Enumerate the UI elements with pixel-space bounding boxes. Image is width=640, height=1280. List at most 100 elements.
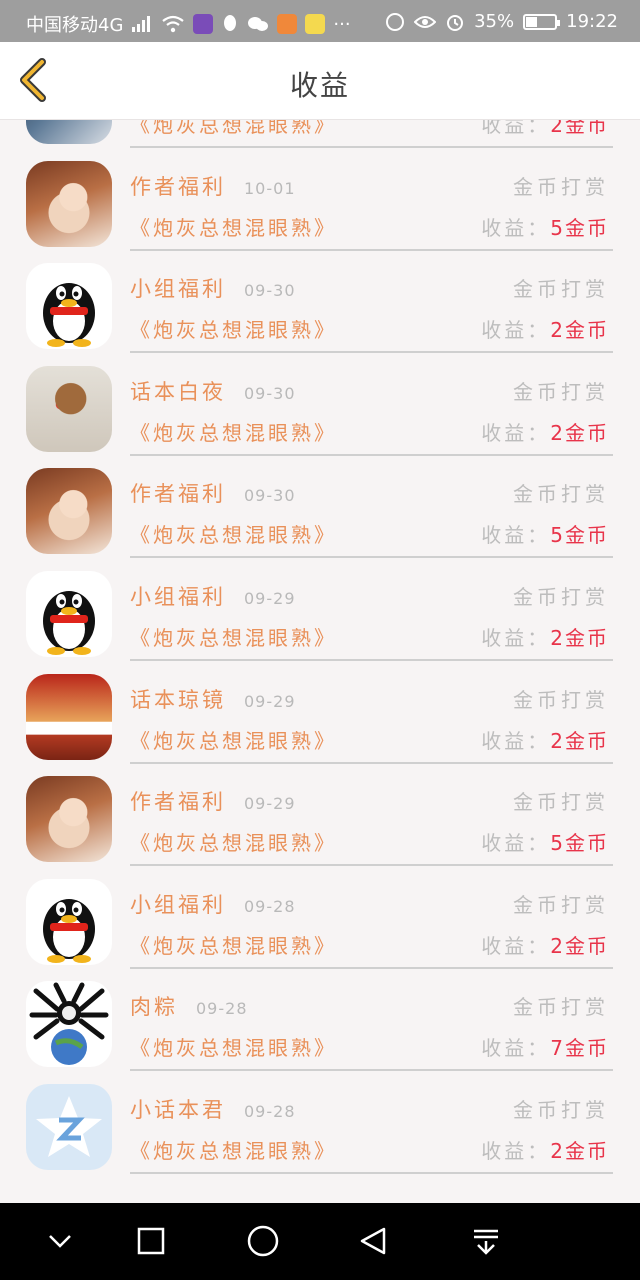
earn-amount: 5金币 — [550, 523, 609, 548]
avatar — [26, 776, 112, 863]
list-item[interactable]: 话本琼镜 09-29 金币打赏《炮灰总想混眼熟》 收益：2金币 — [0, 664, 640, 767]
date: 09-28 — [196, 999, 248, 1019]
status-right: 35% 19:22 — [385, 11, 618, 32]
home-button[interactable] — [243, 1221, 283, 1261]
avatar — [26, 570, 112, 657]
reward-type: 金币打赏 — [513, 174, 609, 199]
avatar — [26, 1083, 112, 1170]
qq-icon — [224, 15, 237, 31]
system-nav-bar — [0, 1203, 640, 1280]
book-title: 《炮灰总想混眼熟》 — [130, 728, 337, 753]
date: 09-28 — [244, 1101, 296, 1121]
avatar — [26, 263, 112, 350]
date: 09-29 — [244, 588, 296, 608]
earn-label: 收益： — [481, 318, 551, 343]
earn-amount: 5金币 — [550, 215, 609, 240]
app-notification-icon — [193, 14, 214, 34]
header: 收益 — [0, 42, 640, 120]
wechat-icon — [248, 17, 269, 31]
avatar — [26, 468, 112, 555]
earn-label: 收益： — [481, 728, 551, 753]
recents-button[interactable] — [131, 1221, 171, 1261]
earn-amount: 2金币 — [550, 728, 609, 753]
sender-name: 话本白夜 — [130, 379, 226, 404]
earn-label: 收益： — [481, 625, 551, 650]
video-app-icon — [277, 14, 298, 34]
earn-amount: 2金币 — [550, 933, 609, 958]
list-item[interactable]: 话本白夜 09-30 金币打赏 《炮灰总想混眼熟》 收益：2金币 — [0, 356, 640, 459]
book-title: 《炮灰总想混眼熟》 — [130, 625, 337, 650]
date: 09-28 — [244, 896, 296, 916]
earn-label: 收益： — [481, 1036, 551, 1061]
avatar — [26, 120, 112, 144]
clock: 19:22 — [566, 11, 618, 32]
sender-name: 作者福利 — [130, 174, 226, 199]
avatar — [26, 981, 112, 1068]
eye-comfort-icon — [414, 15, 437, 28]
sender-name: 小话本君 — [130, 1097, 226, 1122]
carrier-label: 中国移动4G — [26, 15, 124, 36]
earn-label: 收益： — [481, 933, 551, 958]
book-title: 《炮灰总想混眼熟》 — [130, 933, 337, 958]
wifi-icon — [162, 15, 185, 33]
list-item[interactable]: 肉粽 09-28 金币打赏 《炮灰总想混眼熟》 收益：7金币 — [0, 971, 640, 1074]
avatar — [26, 365, 112, 452]
penguin-icon — [43, 898, 95, 963]
book-title: 《炮灰总想混眼熟》 — [130, 1036, 337, 1061]
spider-icon — [29, 982, 109, 1066]
collapse-button[interactable] — [40, 1221, 80, 1261]
list-item[interactable]: 作者福利 09-29 金币打赏 《炮灰总想混眼熟》 收益：5金币 — [0, 766, 640, 869]
earn-amount: 2金币 — [550, 1138, 609, 1163]
avatar — [26, 160, 112, 247]
earnings-list[interactable]: 《炮灰总想混眼熟》 收益：2金币 作者福利 10-01 金币打赏 《炮灰总想混眼熟》收… — [0, 120, 640, 1203]
earn-label: 收益： — [481, 420, 551, 445]
sender-name: 小组福利 — [130, 892, 226, 917]
earn-amount: 2金币 — [550, 318, 609, 343]
alarm-icon — [447, 14, 464, 31]
date: 09-30 — [244, 383, 296, 403]
sender-name: 小组福利 — [130, 277, 226, 302]
list-item[interactable]: 小组福利 09-28 金币打赏 《炮灰总想混眼熟》 收益：2金币 — [0, 869, 640, 972]
penguin-icon — [43, 283, 95, 348]
earn-amount: 2金币 — [550, 420, 609, 445]
status-bar: 中国移动4G ··· 35% 19:22 — [0, 0, 640, 42]
sender-name: 话本琼镜 — [130, 687, 226, 712]
z-logo-icon — [36, 1095, 102, 1157]
date: 09-30 — [244, 486, 296, 506]
date: 09-30 — [244, 281, 296, 301]
list-item-partial[interactable]: 《炮灰总想混眼熟》 收益：2金币 — [0, 120, 640, 151]
notification-button[interactable] — [466, 1221, 506, 1261]
book-title: 《炮灰总想混眼熟》 — [130, 523, 337, 548]
circle-icon — [247, 1225, 279, 1257]
book-title: 《炮灰总想混眼熟》 — [130, 1138, 337, 1163]
reward-type: 金币打赏 — [513, 790, 609, 815]
book-title: 《炮灰总想混眼熟》 — [130, 318, 337, 343]
date: 09-29 — [244, 691, 296, 711]
reward-type: 金币打赏 — [513, 584, 609, 609]
earn-amount: 2金币 — [550, 625, 609, 650]
reward-type: 金币打赏 — [513, 482, 609, 507]
earn-amount: 5金币 — [550, 831, 609, 856]
list-item[interactable]: 作者福利 10-01 金币打赏 《炮灰总想混眼熟》 收益：5金币 — [0, 151, 640, 254]
list-item[interactable]: 小组福利 09-29 金币打赏《炮灰总想混眼熟》 收益：2金币 — [0, 561, 640, 664]
sender-name: 作者福利 — [130, 482, 226, 507]
signal-icon — [132, 16, 151, 32]
book-title: 《炮灰总想混眼熟》 — [130, 831, 337, 856]
reward-type: 金币打赏 — [513, 687, 609, 712]
sender-name: 小组福利 — [130, 584, 226, 609]
list-item[interactable]: 作者福利 09-30 金币打赏 《炮灰总想混眼熟》 收益：5金币 — [0, 458, 640, 561]
avatar — [26, 878, 112, 965]
back-nav-button[interactable] — [354, 1221, 394, 1261]
date: 09-29 — [244, 794, 296, 814]
earn-amount: 7金币 — [550, 1036, 609, 1061]
earn-label: 收益： — [481, 1138, 551, 1163]
chevron-down-icon — [49, 1235, 71, 1248]
list-item[interactable]: 小组福利 09-30 金币打赏《炮灰总想混眼熟》 收益：2金币 — [0, 253, 640, 356]
data-saver-icon — [386, 12, 405, 31]
list-item[interactable]: 小话本君 09-28 金币打赏 《炮灰总想混眼熟》 收益：2金币 — [0, 1074, 640, 1177]
reward-type: 金币打赏 — [513, 277, 609, 302]
avatar — [26, 673, 112, 760]
triangle-back-icon — [360, 1227, 386, 1255]
reward-type: 金币打赏 — [513, 379, 609, 404]
earn-label: 收益： — [481, 215, 551, 240]
